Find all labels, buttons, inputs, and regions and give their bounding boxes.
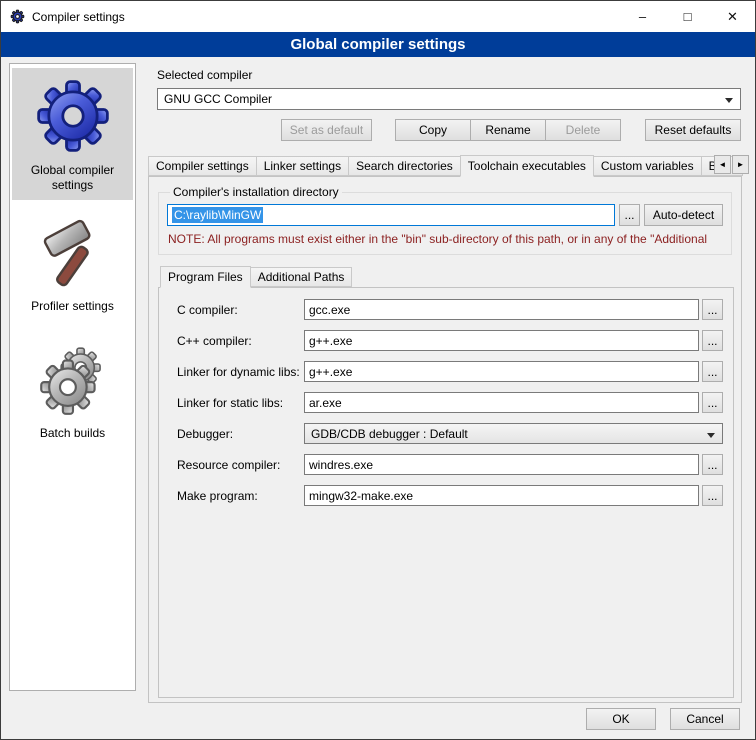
tab-linker-settings[interactable]: Linker settings bbox=[256, 156, 349, 176]
maximize-button[interactable]: □ bbox=[665, 1, 710, 32]
tab-scroll-buttons: ◄ ► bbox=[713, 155, 749, 174]
sidebar-item-label: Batch builds bbox=[40, 426, 105, 441]
tab-toolchain-executables[interactable]: Toolchain executables bbox=[460, 155, 594, 177]
program-files-tabstrip: Program Files Additional Paths bbox=[158, 265, 732, 287]
installation-note: NOTE: All programs must exist either in … bbox=[168, 232, 722, 246]
sidebar-item-label: Profiler settings bbox=[31, 299, 114, 314]
installation-directory-input[interactable]: C:\raylib\MinGW bbox=[167, 204, 615, 226]
debugger-value: GDB/CDB debugger : Default bbox=[311, 427, 468, 441]
tab-compiler-settings[interactable]: Compiler settings bbox=[148, 156, 257, 176]
linker-dynamic-value: g++.exe bbox=[309, 365, 352, 379]
tab-scroll-left-icon[interactable]: ◄ bbox=[714, 155, 731, 174]
debugger-combobox[interactable]: GDB/CDB debugger : Default bbox=[304, 423, 723, 444]
set-as-default-button[interactable]: Set as default bbox=[281, 119, 372, 141]
c-compiler-input[interactable]: gcc.exe bbox=[304, 299, 699, 320]
installation-directory-group: Compiler's installation directory C:\ray… bbox=[158, 185, 732, 255]
window-title: Compiler settings bbox=[32, 10, 620, 24]
linker-dynamic-label: Linker for dynamic libs: bbox=[177, 365, 301, 379]
selected-compiler-combobox[interactable]: GNU GCC Compiler bbox=[157, 88, 741, 110]
main-content: Selected compiler GNU GCC Compiler Set a… bbox=[146, 63, 749, 703]
titlebar: Compiler settings – □ ✕ bbox=[1, 1, 755, 32]
make-program-browse-button[interactable]: ... bbox=[702, 485, 723, 506]
rename-button[interactable]: Rename bbox=[470, 119, 546, 141]
settings-sidebar: Global compiler settings Profiler settin… bbox=[9, 63, 136, 691]
linker-static-input[interactable]: ar.exe bbox=[304, 392, 699, 413]
resource-compiler-input[interactable]: windres.exe bbox=[304, 454, 699, 475]
settings-tabstrip: Compiler settings Linker settings Search… bbox=[146, 154, 749, 176]
make-program-input[interactable]: mingw32-make.exe bbox=[304, 485, 699, 506]
installation-directory-row: C:\raylib\MinGW ... Auto-detect bbox=[167, 204, 723, 226]
compiler-settings-window: Compiler settings – □ ✕ Global compiler … bbox=[0, 0, 756, 740]
cpp-compiler-label: C++ compiler: bbox=[177, 334, 301, 348]
program-files-panel: C compiler: gcc.exe ... C++ compiler: g+… bbox=[158, 287, 734, 698]
auto-detect-button[interactable]: Auto-detect bbox=[644, 204, 723, 226]
cpp-compiler-input[interactable]: g++.exe bbox=[304, 330, 699, 351]
selected-compiler-value: GNU GCC Compiler bbox=[164, 92, 272, 106]
dialog-header: Global compiler settings bbox=[1, 32, 755, 57]
compiler-buttons-row: Set as default Copy Rename Delete Reset … bbox=[157, 119, 741, 141]
linker-static-value: ar.exe bbox=[309, 396, 342, 410]
cancel-button[interactable]: Cancel bbox=[670, 708, 740, 730]
directory-browse-button[interactable]: ... bbox=[619, 204, 640, 226]
tab-custom-variables[interactable]: Custom variables bbox=[593, 156, 702, 176]
chevron-down-icon bbox=[707, 433, 715, 438]
tab-search-directories[interactable]: Search directories bbox=[348, 156, 461, 176]
resource-compiler-label: Resource compiler: bbox=[177, 458, 301, 472]
tab-scroll-right-icon[interactable]: ► bbox=[732, 155, 749, 174]
linker-dynamic-input[interactable]: g++.exe bbox=[304, 361, 699, 382]
gray-gears-icon bbox=[34, 336, 112, 418]
sidebar-item-profiler-settings[interactable]: Profiler settings bbox=[12, 206, 133, 321]
close-button[interactable]: ✕ bbox=[710, 1, 755, 32]
sidebar-item-batch-builds[interactable]: Batch builds bbox=[12, 327, 133, 448]
window-icon bbox=[10, 9, 25, 24]
linker-static-label: Linker for static libs: bbox=[177, 396, 301, 410]
cpp-compiler-value: g++.exe bbox=[309, 334, 352, 348]
cpp-compiler-browse-button[interactable]: ... bbox=[702, 330, 723, 351]
c-compiler-label: C compiler: bbox=[177, 303, 301, 317]
c-compiler-value: gcc.exe bbox=[309, 303, 350, 317]
chevron-down-icon bbox=[725, 98, 733, 103]
delete-button[interactable]: Delete bbox=[545, 119, 621, 141]
subtab-program-files[interactable]: Program Files bbox=[160, 266, 251, 288]
make-program-value: mingw32-make.exe bbox=[309, 489, 413, 503]
debugger-label: Debugger: bbox=[177, 427, 301, 441]
resource-compiler-value: windres.exe bbox=[309, 458, 373, 472]
blue-gear-icon bbox=[34, 77, 112, 155]
copy-button[interactable]: Copy bbox=[395, 119, 471, 141]
linker-dynamic-browse-button[interactable]: ... bbox=[702, 361, 723, 382]
reset-defaults-button[interactable]: Reset defaults bbox=[645, 119, 741, 141]
resource-compiler-browse-button[interactable]: ... bbox=[702, 454, 723, 475]
sidebar-item-label: Global compiler settings bbox=[15, 163, 130, 193]
c-compiler-browse-button[interactable]: ... bbox=[702, 299, 723, 320]
ok-button[interactable]: OK bbox=[586, 708, 656, 730]
minimize-button[interactable]: – bbox=[620, 1, 665, 32]
subtab-additional-paths[interactable]: Additional Paths bbox=[250, 267, 353, 287]
installation-directory-value: C:\raylib\MinGW bbox=[172, 207, 263, 223]
make-program-label: Make program: bbox=[177, 489, 301, 503]
selected-compiler-label: Selected compiler bbox=[157, 68, 749, 82]
dialog-footer: OK Cancel bbox=[586, 708, 740, 730]
installation-directory-label: Compiler's installation directory bbox=[170, 185, 342, 199]
linker-static-browse-button[interactable]: ... bbox=[702, 392, 723, 413]
toolchain-panel: Compiler's installation directory C:\ray… bbox=[148, 176, 742, 703]
profiler-tool-icon bbox=[37, 215, 109, 291]
sidebar-item-global-compiler-settings[interactable]: Global compiler settings bbox=[12, 68, 133, 200]
